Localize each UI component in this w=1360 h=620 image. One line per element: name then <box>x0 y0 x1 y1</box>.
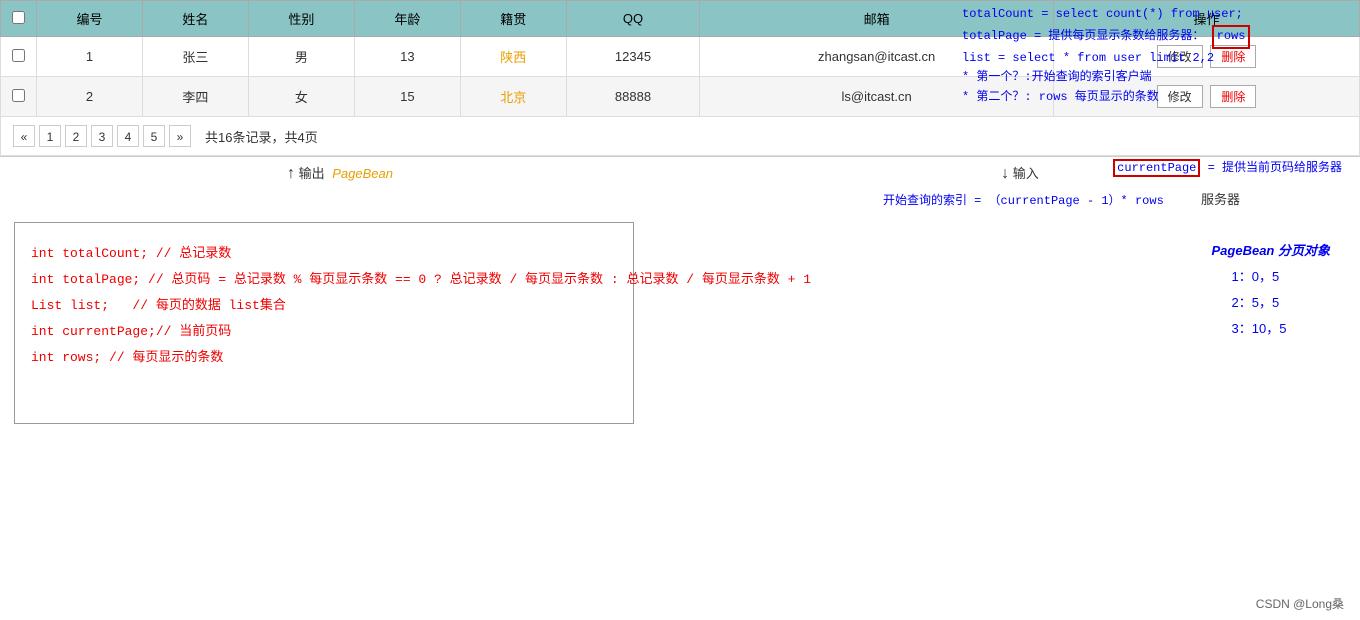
pagebean-item: 1：0，5 <box>1232 264 1330 290</box>
header-age: 年龄 <box>354 1 460 37</box>
table-row: 2 李四 女 15 北京 88888 ls@itcast.cn 修改 删除 <box>1 77 1360 117</box>
header-checkbox-col <box>1 1 37 37</box>
input-label-text: 输入 <box>1013 166 1039 181</box>
pagebean-item: 3：10，5 <box>1232 316 1330 342</box>
up-arrow-icon: ↑ <box>287 165 295 182</box>
page-3[interactable]: 3 <box>91 125 113 147</box>
code-box: int totalCount; // 总记录数int totalPage; //… <box>14 222 634 424</box>
row-actions: 修改 删除 <box>1054 37 1360 77</box>
row-checkbox[interactable] <box>1 37 37 77</box>
start-query-text: 开始查询的索引 = （currentPage - 1）* rows <box>883 194 1164 208</box>
row-origin: 北京 <box>460 77 566 117</box>
data-table: 编号 姓名 性别 年龄 籍贯 QQ 邮箱 操作 1 张三 男 13 陕西 123… <box>0 0 1360 117</box>
output-section: ↑ 输出 PageBean <box>0 163 680 183</box>
row-gender: 男 <box>248 37 354 77</box>
arrow-divider-row: ↑ 输出 PageBean ↓ 输入 currentPage = 提供当前页码给… <box>0 156 1360 189</box>
header-origin: 籍贯 <box>460 1 566 37</box>
page-4[interactable]: 4 <box>117 125 139 147</box>
output-label-text: 输出 <box>299 166 325 181</box>
code-line: List list; // 每页的数据 list集合 <box>31 293 617 319</box>
row-age: 13 <box>354 37 460 77</box>
row-email: zhangsan@itcast.cn <box>700 37 1054 77</box>
select-all-checkbox[interactable] <box>12 11 25 24</box>
page-info: 共16条记录，共4页 <box>205 127 318 146</box>
row-id: 2 <box>37 77 143 117</box>
main-container: 编号 姓名 性别 年龄 籍贯 QQ 邮箱 操作 1 张三 男 13 陕西 123… <box>0 0 1360 620</box>
row-name: 张三 <box>142 37 248 77</box>
header-qq: QQ <box>566 1 699 37</box>
delete-button[interactable]: 删除 <box>1210 45 1256 68</box>
watermark: CSDN @Long桑 <box>1256 595 1344 612</box>
pagebean-box: PageBean 分页对象 1：0，52：5，53：10，5 <box>1212 238 1330 342</box>
server-label: 服务器 <box>1201 192 1240 207</box>
header-gender: 性别 <box>248 1 354 37</box>
page-2[interactable]: 2 <box>65 125 87 147</box>
page-prev[interactable]: « <box>13 125 35 147</box>
page-1[interactable]: 1 <box>39 125 61 147</box>
row-age: 15 <box>354 77 460 117</box>
header-name: 姓名 <box>142 1 248 37</box>
edit-button[interactable]: 修改 <box>1157 85 1203 108</box>
edit-button[interactable]: 修改 <box>1157 45 1203 68</box>
row-origin: 陕西 <box>460 37 566 77</box>
header-email: 邮箱 <box>700 1 1054 37</box>
table-row: 1 张三 男 13 陕西 12345 zhangsan@itcast.cn 修改… <box>1 37 1360 77</box>
currentpage-text: = 提供当前页码给服务器 <box>1208 161 1342 175</box>
pagebean-title: PageBean 分页对象 <box>1212 238 1330 264</box>
code-line: int totalPage; // 总页码 = 总记录数 % 每页显示条数 ==… <box>31 267 617 293</box>
row-name: 李四 <box>142 77 248 117</box>
row-checkbox[interactable] <box>1 77 37 117</box>
code-line: int rows; // 每页显示的条数 <box>31 345 617 371</box>
start-query-row: 开始查询的索引 = （currentPage - 1）* rows 服务器 <box>0 189 1360 208</box>
row-id: 1 <box>37 37 143 77</box>
currentpage-annotation: currentPage = 提供当前页码给服务器 <box>1113 159 1342 177</box>
bottom-section: int totalCount; // 总记录数int totalPage; //… <box>0 208 1360 438</box>
row-qq: 12345 <box>566 37 699 77</box>
pagebean-item: 2：5，5 <box>1232 290 1330 316</box>
header-action: 操作 <box>1054 1 1360 37</box>
pagination-row: « 1 2 3 4 5 » 共16条记录，共4页 <box>0 117 1360 156</box>
header-id: 编号 <box>37 1 143 37</box>
page-5[interactable]: 5 <box>143 125 165 147</box>
row-qq: 88888 <box>566 77 699 117</box>
row-actions: 修改 删除 <box>1054 77 1360 117</box>
pagebean-label: PageBean <box>332 166 393 181</box>
currentpage-box: currentPage <box>1113 159 1200 177</box>
page-next[interactable]: » <box>169 125 191 147</box>
row-email: ls@itcast.cn <box>700 77 1054 117</box>
row-gender: 女 <box>248 77 354 117</box>
table-section: 编号 姓名 性别 年龄 籍贯 QQ 邮箱 操作 1 张三 男 13 陕西 123… <box>0 0 1360 117</box>
code-line: int totalCount; // 总记录数 <box>31 241 617 267</box>
down-arrow-icon: ↓ <box>1001 165 1009 182</box>
code-line: int currentPage;// 当前页码 <box>31 319 617 345</box>
delete-button[interactable]: 删除 <box>1210 85 1256 108</box>
